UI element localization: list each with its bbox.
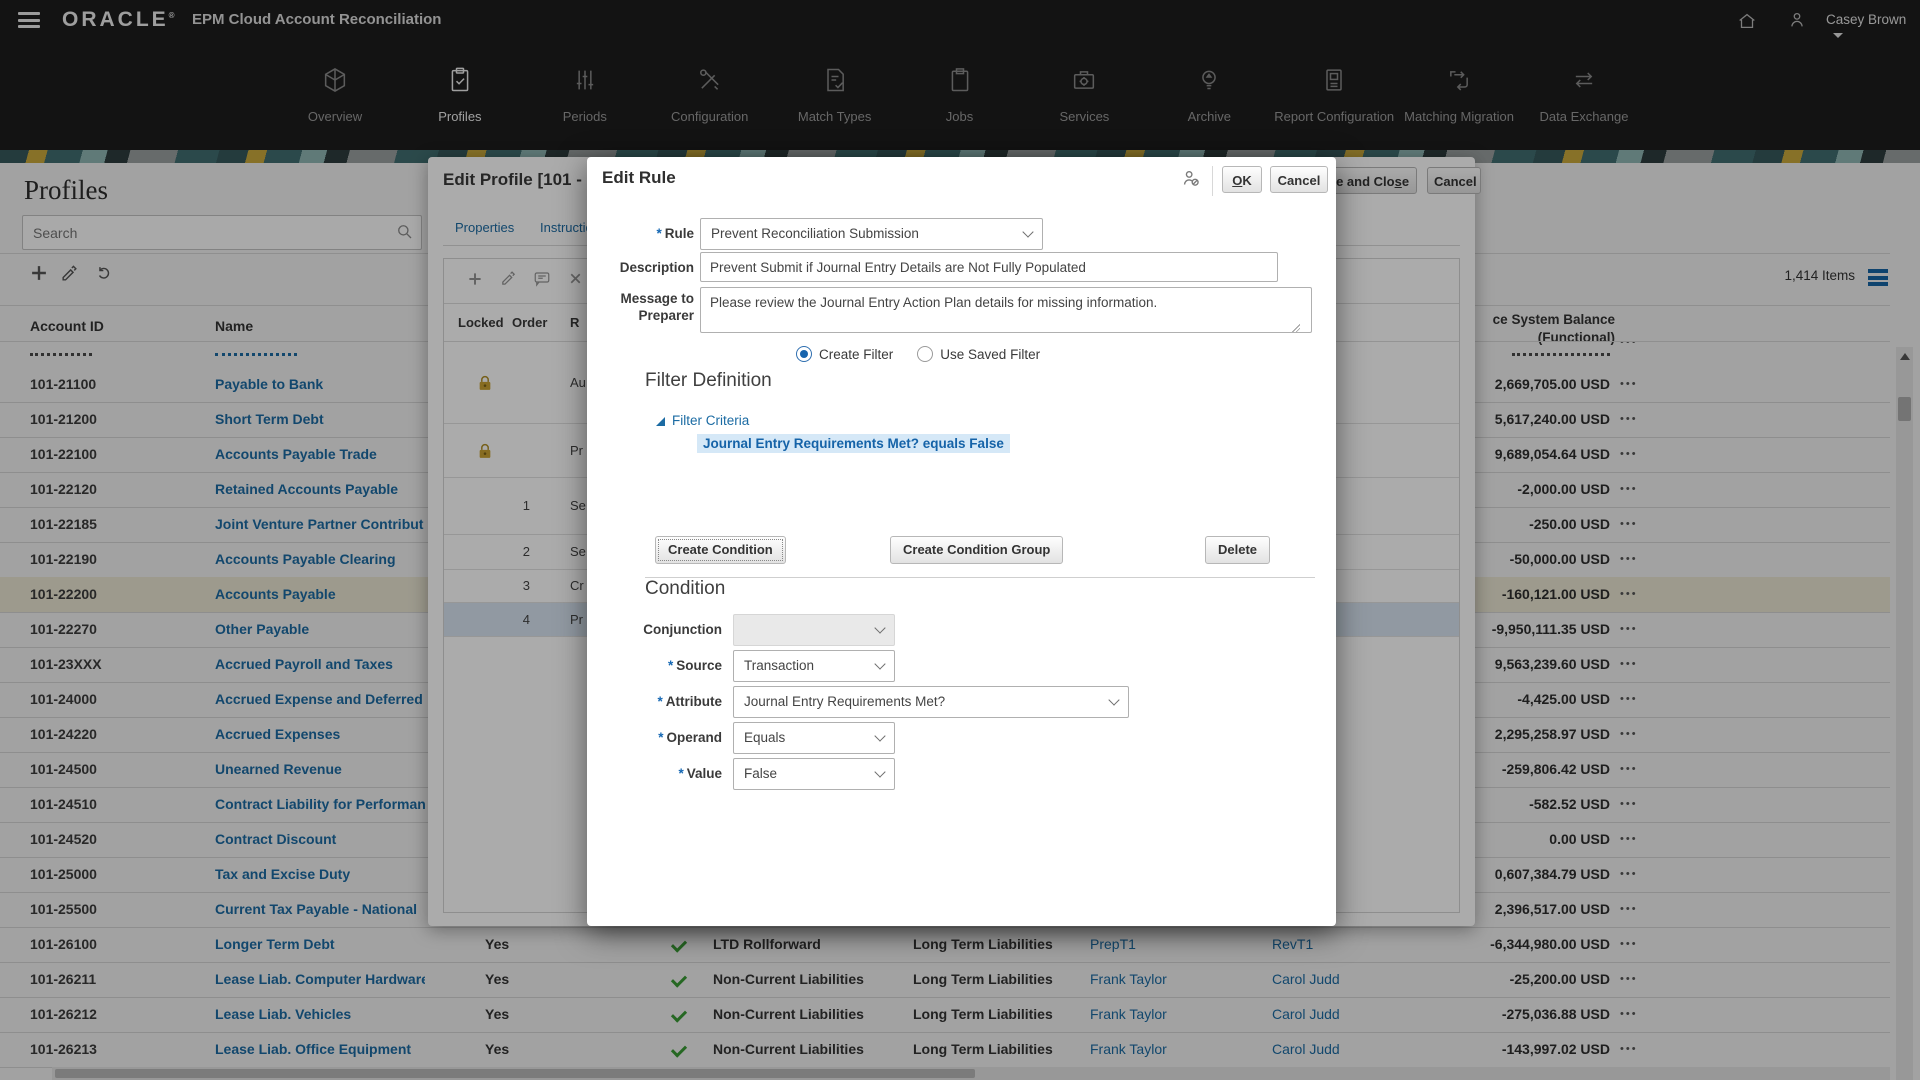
- filter-criteria-toggle[interactable]: Filter Criteria: [656, 413, 749, 428]
- resize-handle[interactable]: [1292, 324, 1300, 332]
- chevron-down-icon: [874, 766, 885, 777]
- create-filter-radio[interactable]: [796, 346, 812, 362]
- cancel-button[interactable]: Cancel: [1270, 166, 1328, 193]
- source-label: *Source: [587, 657, 722, 674]
- delete-button[interactable]: Delete: [1205, 536, 1270, 564]
- message-to-preparer-textarea[interactable]: Please review the Journal Entry Action P…: [700, 287, 1312, 333]
- source-select[interactable]: Transaction: [733, 650, 895, 682]
- divider: [645, 577, 1315, 578]
- use-saved-filter-radio[interactable]: [917, 346, 933, 362]
- rule-select[interactable]: Prevent Reconciliation Submission: [700, 218, 1043, 250]
- value-label: *Value: [587, 765, 722, 782]
- chevron-down-icon: [874, 730, 885, 741]
- description-input[interactable]: [700, 252, 1278, 282]
- create-filter-label: Create Filter: [819, 347, 893, 362]
- condition-heading: Condition: [645, 578, 725, 600]
- operand-select[interactable]: Equals: [733, 722, 895, 754]
- divider: [1212, 166, 1213, 196]
- chevron-down-icon: [1108, 694, 1119, 705]
- rule-label: *Rule: [587, 225, 694, 242]
- conjunction-select: [733, 614, 895, 646]
- attribute-select[interactable]: Journal Entry Requirements Met?: [733, 686, 1129, 718]
- conjunction-label: Conjunction: [587, 621, 722, 638]
- edit-rule-modal: Edit Rule OK Cancel *Rule Prevent Reconc…: [587, 157, 1336, 926]
- create-condition-group-button[interactable]: Create Condition Group: [890, 536, 1063, 564]
- operand-label: *Operand: [587, 729, 722, 746]
- chevron-down-icon: [1022, 226, 1033, 237]
- use-saved-filter-label: Use Saved Filter: [940, 347, 1040, 362]
- modal-title: Edit Rule: [602, 168, 676, 188]
- screen: ORACLE® EPM Cloud Account Reconciliation…: [0, 0, 1920, 1080]
- attribute-label: *Attribute: [587, 693, 722, 710]
- filter-definition-heading: Filter Definition: [645, 370, 772, 392]
- message-to-preparer-label: Message to Preparer: [604, 290, 694, 324]
- user-assignment-icon[interactable]: [1180, 168, 1202, 190]
- ok-button[interactable]: OK: [1222, 166, 1262, 193]
- collapse-triangle-icon: [656, 417, 665, 426]
- filter-criteria-value[interactable]: Journal Entry Requirements Met? equals F…: [697, 434, 1010, 453]
- chevron-down-icon: [874, 658, 885, 669]
- chevron-down-icon: [874, 622, 885, 633]
- value-select[interactable]: False: [733, 758, 895, 790]
- create-condition-button[interactable]: Create Condition: [655, 536, 786, 564]
- description-label: Description: [587, 259, 694, 276]
- filter-mode-radio-group: Create Filter Use Saved Filter: [796, 346, 1064, 362]
